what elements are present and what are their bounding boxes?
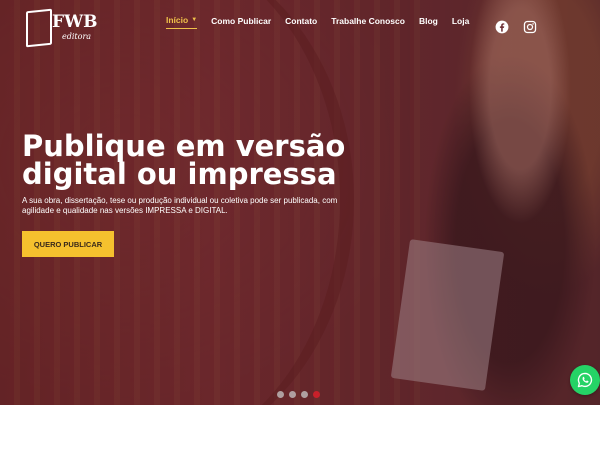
- hero-subtext: A sua obra, dissertação, tese ou produçã…: [22, 196, 338, 215]
- nav-item-como-publicar[interactable]: Como Publicar: [211, 15, 271, 29]
- instagram-icon: [523, 20, 537, 34]
- whatsapp-button[interactable]: [570, 365, 600, 395]
- logo-book-icon: [26, 8, 52, 48]
- nav-item-label: Início: [166, 15, 189, 25]
- nav-item-trabalhe-conosco[interactable]: Trabalhe Conosco: [331, 15, 405, 29]
- slider-dot-1[interactable]: [277, 391, 284, 398]
- nav-item-inicio[interactable]: Início ▼: [166, 15, 198, 29]
- facebook-icon: [495, 20, 509, 34]
- logo-text: FWB: [52, 12, 98, 32]
- nav-item-contato[interactable]: Contato: [285, 15, 317, 29]
- instagram-link[interactable]: [519, 16, 541, 38]
- site-logo[interactable]: FWB editora: [26, 8, 98, 48]
- main-nav: Início ▼ Como Publicar Contato Trabalhe …: [166, 15, 469, 29]
- nav-item-label: Loja: [451, 15, 470, 26]
- nav-item-loja[interactable]: Loja: [452, 15, 469, 29]
- slider-dot-3[interactable]: [301, 391, 308, 398]
- hero-headline: Publique em versão digital ou impressa: [22, 129, 346, 191]
- facebook-link[interactable]: [491, 16, 513, 38]
- nav-item-label: Trabalhe Conosco: [331, 15, 405, 26]
- nav-item-blog[interactable]: Blog: [419, 15, 438, 29]
- slider-dots: [277, 391, 320, 398]
- slider-dot-2[interactable]: [289, 391, 296, 398]
- nav-item-label: Contato: [285, 15, 318, 26]
- slider-dot-4[interactable]: [313, 391, 320, 398]
- whatsapp-icon: [577, 372, 593, 388]
- nav-item-label: Como Publicar: [211, 15, 272, 26]
- chevron-down-icon: ▼: [191, 17, 198, 23]
- quero-publicar-button[interactable]: QUERO PUBLICAR: [22, 231, 114, 257]
- hero-section: FWB editora Início ▼ Como Publicar Conta…: [0, 0, 600, 405]
- logo-subtext: editora: [62, 32, 92, 41]
- nav-item-label: Blog: [418, 15, 438, 26]
